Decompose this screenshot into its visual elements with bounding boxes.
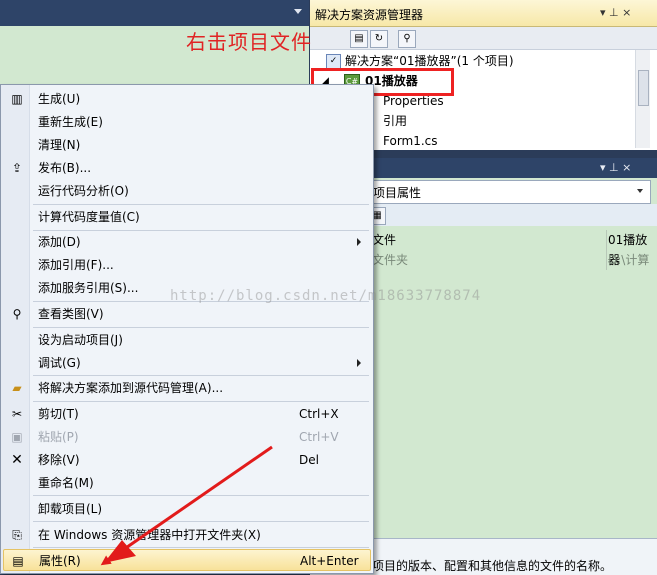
annotation-arrow [100, 445, 273, 566]
